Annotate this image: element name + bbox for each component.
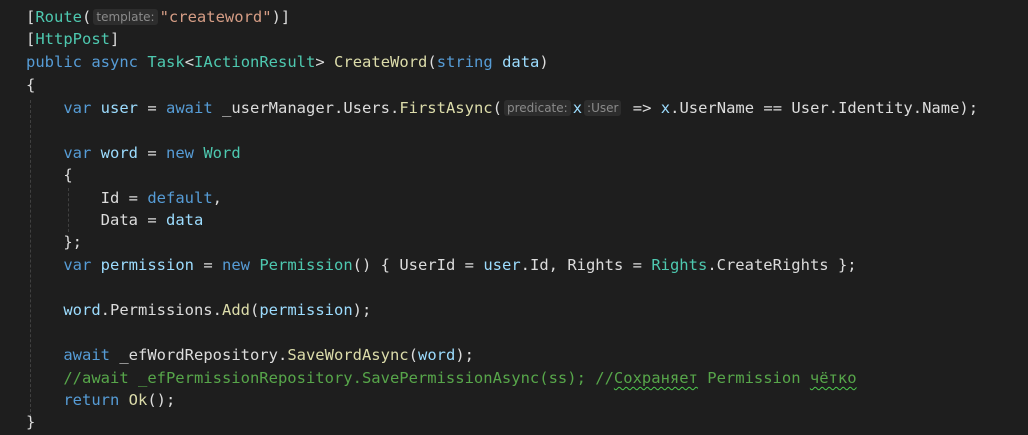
code-line-save-word: await _efWordRepository.SaveWordAsync(wo… <box>63 346 474 364</box>
code-line-data-assignment: Data = data <box>100 211 204 229</box>
code-line-word-declaration: var word = new Word <box>63 144 241 162</box>
code-line-close-brace: } <box>26 413 36 431</box>
code-line-user-lookup: var user = await _userManager.Users.Firs… <box>63 99 979 117</box>
type-hint: :User <box>584 100 622 116</box>
code-line-add-permission: word.Permissions.Add(permission); <box>63 301 372 319</box>
code-editor[interactable]: [Route(template: "createword")] [HttpPost… <box>0 0 1028 435</box>
code-line-initializer-open: { <box>63 166 73 184</box>
code-line-initializer-close: }; <box>63 233 82 251</box>
code-line-id-assignment: Id = default, <box>100 189 222 207</box>
code-line-open-brace: { <box>26 76 36 94</box>
spellcheck-underline: чётко <box>809 369 857 387</box>
code-line-route-attribute: [Route(template: "createword")] <box>26 8 291 26</box>
parameter-hint: predicate: <box>503 100 571 116</box>
code-line-return: return Ok(); <box>63 391 176 409</box>
spellcheck-underline: Сохраняет <box>613 369 698 387</box>
code-line-comment: //await _efPermissionRepository.SavePerm… <box>63 369 857 387</box>
parameter-hint: template: <box>93 9 158 25</box>
code-line-method-signature: public async Task<IActionResult> CreateW… <box>26 53 549 71</box>
code-line-permission-declaration: var permission = new Permission() { User… <box>63 256 857 274</box>
code-line-httppost-attribute: [HttpPost] <box>26 30 120 48</box>
